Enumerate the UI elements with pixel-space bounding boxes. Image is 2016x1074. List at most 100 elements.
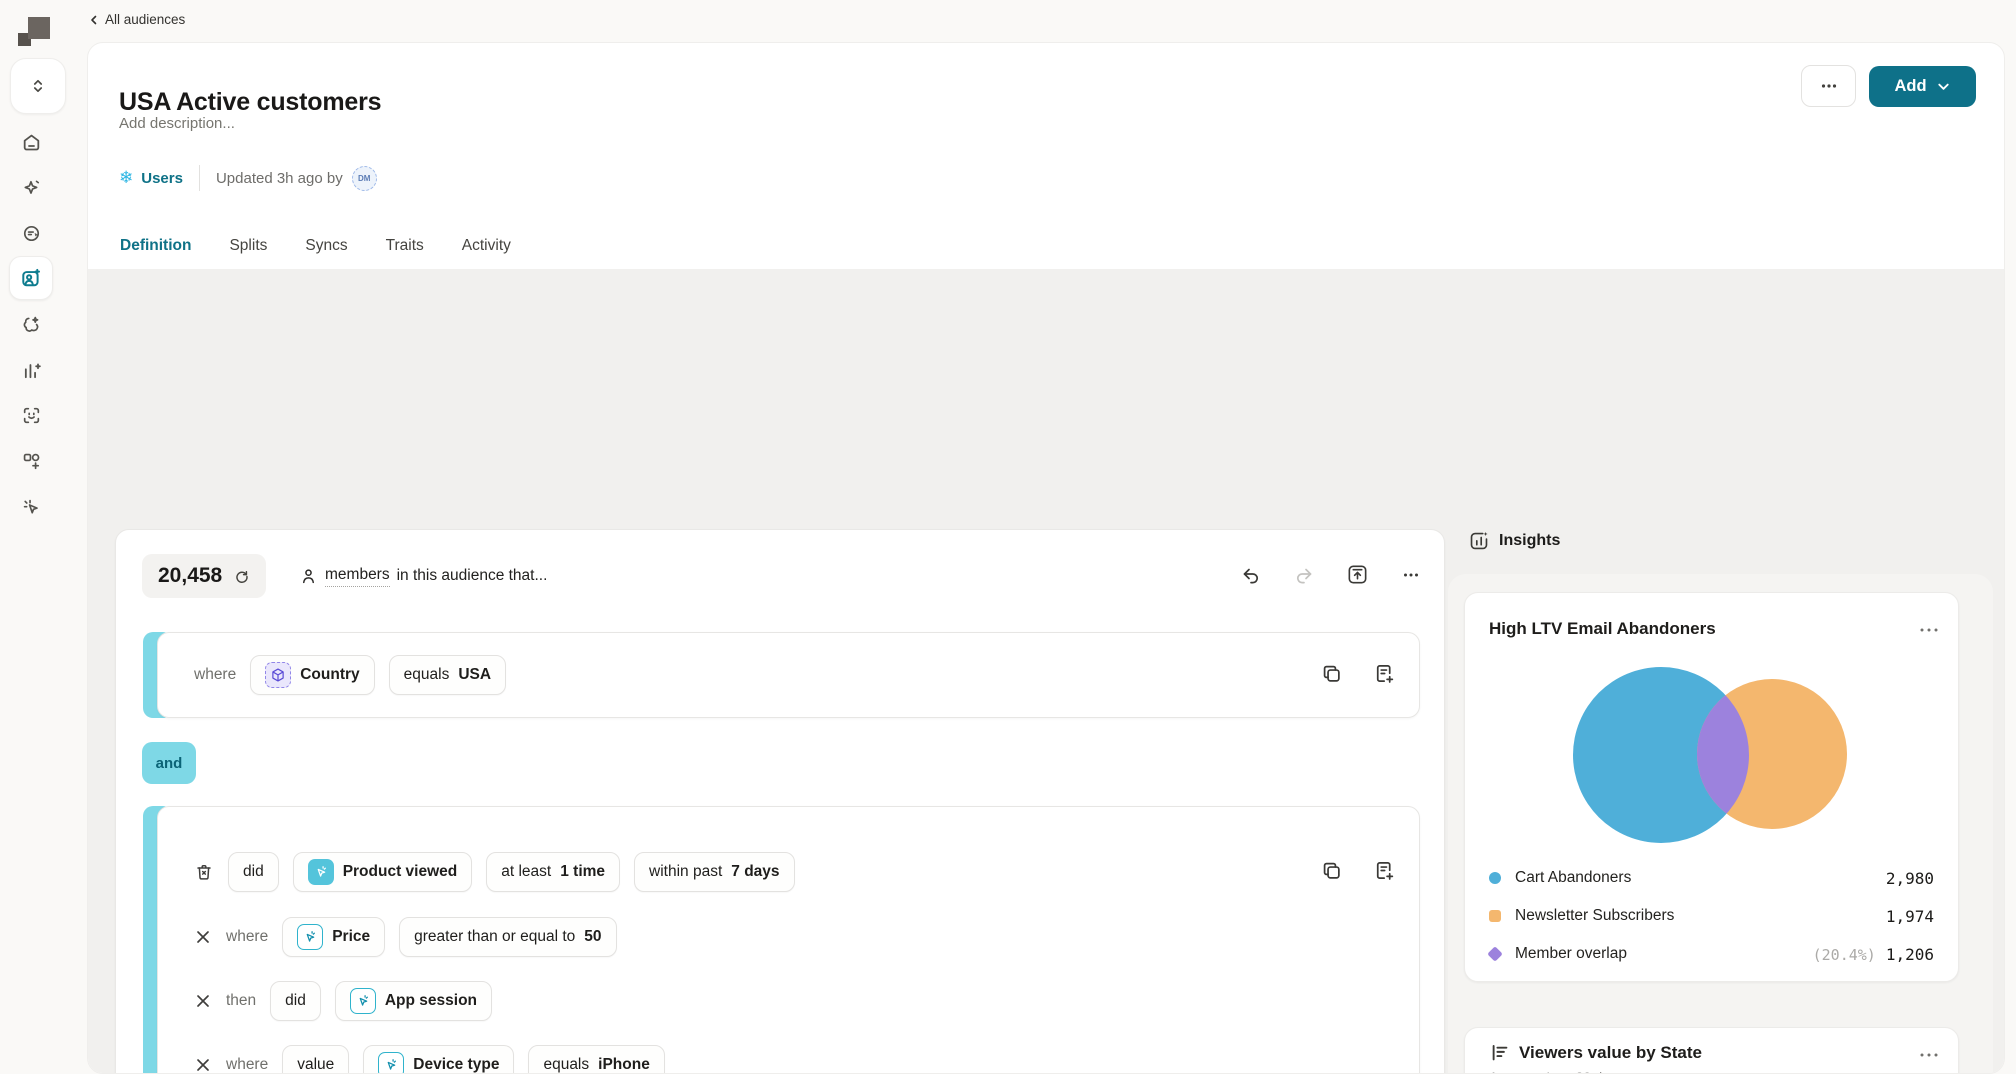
card-menu-button[interactable] [1918, 623, 1940, 637]
sidebar-item-ai-assistant[interactable] [9, 166, 53, 210]
tab-splits[interactable]: Splits [228, 227, 268, 272]
property-name: Price [332, 928, 370, 946]
add-to-group-button[interactable] [1372, 859, 1395, 882]
sidebar-item-audiences[interactable] [9, 256, 53, 300]
attribute-chip-country[interactable]: Country [250, 655, 374, 695]
legend-marker-circle [1489, 872, 1501, 884]
page-more-button[interactable] [1801, 65, 1856, 107]
file-plus-icon [1372, 859, 1395, 882]
builder-more-button[interactable] [1400, 564, 1422, 586]
sidebar-item-integrations[interactable] [9, 439, 53, 483]
source-profile-icon [21, 223, 42, 244]
x-icon [194, 1056, 212, 1074]
value-chip[interactable]: value [282, 1045, 349, 1074]
event-chip-product-viewed[interactable]: Product viewed [293, 852, 473, 892]
ellipsis-icon [1918, 623, 1940, 637]
funnel-chart-icon [1489, 1042, 1510, 1063]
add-button[interactable]: Add [1869, 66, 1976, 107]
time-window-chip[interactable]: within past7 days [634, 852, 795, 892]
duplicate-condition-button[interactable] [1320, 662, 1343, 685]
frequency-value: 1 time [560, 863, 605, 881]
audiences-icon [20, 267, 42, 289]
snowflake-icon: ❄ [119, 168, 133, 188]
ellipsis-icon [1918, 1048, 1940, 1062]
condition-block-body: did Product viewed at least1 time within… [157, 806, 1420, 1074]
operator-chip-gte-50[interactable]: greater than or equal to50 [399, 917, 616, 957]
sidebar-item-face-scan[interactable] [9, 393, 53, 437]
and-connector[interactable]: and [142, 742, 196, 784]
tab-traits[interactable]: Traits [385, 227, 425, 272]
sidebar-item-analytics[interactable] [9, 348, 53, 392]
sidebar-item-sources[interactable] [9, 211, 53, 255]
card-title: Viewers value by State [1519, 1043, 1702, 1063]
card-title-row: Viewers value by State [1489, 1042, 1702, 1063]
undo-button[interactable] [1240, 564, 1262, 586]
legend-row-cart-abandoners: Cart Abandoners 2,980 [1489, 866, 1934, 890]
remove-filter-button[interactable] [194, 1056, 212, 1074]
avatar[interactable]: DM [352, 166, 377, 191]
card-menu-button[interactable] [1918, 1048, 1940, 1062]
home-icon [21, 132, 42, 153]
event-cursor-icon [308, 859, 334, 885]
cursor-sparkle-icon [21, 497, 42, 518]
property-chip-price[interactable]: Price [282, 917, 385, 957]
block-actions [1320, 662, 1395, 685]
remove-filter-button[interactable] [194, 992, 212, 1010]
redo-button[interactable] [1293, 564, 1315, 586]
frequency-chip[interactable]: at least1 time [486, 852, 620, 892]
operator-prefix: equals [404, 666, 450, 684]
legend-marker-square [1489, 910, 1501, 922]
remove-filter-button[interactable] [194, 928, 212, 946]
operator-prefix: equals [543, 1056, 589, 1074]
x-icon [194, 928, 212, 946]
property-chip-device-type[interactable]: Device type [363, 1045, 514, 1074]
tab-syncs[interactable]: Syncs [304, 227, 348, 272]
app-window: All audiences USA Active customers Add d… [0, 0, 2016, 1074]
card-title: High LTV Email Abandoners [1489, 619, 1716, 639]
where-label: where [194, 666, 236, 684]
operator-value: USA [458, 666, 491, 684]
trait-cube-icon [265, 662, 291, 688]
insights-icon [1468, 530, 1490, 552]
did-chip[interactable]: did [270, 981, 321, 1021]
workspace-switcher[interactable] [10, 58, 66, 114]
breadcrumb-label: All audiences [105, 12, 185, 27]
sidebar-item-home[interactable] [9, 120, 53, 164]
members-selector[interactable]: members [325, 566, 390, 587]
event-cursor-icon [350, 988, 376, 1014]
device-filter-row: where value Device type equalsiPhone [194, 1045, 665, 1074]
tab-definition[interactable]: Definition [119, 227, 192, 272]
delete-event-button[interactable] [194, 862, 214, 882]
archive-up-icon [1346, 563, 1369, 586]
meta-row: ❄ Users Updated 3h ago by DM [119, 164, 377, 192]
operator-chip-equals-iphone[interactable]: equalsiPhone [528, 1045, 664, 1074]
operator-prefix: greater than or equal to [414, 928, 575, 946]
insight-card-bars: Viewers value by State Average, Last 30 … [1464, 1027, 1959, 1074]
breadcrumb[interactable]: All audiences [88, 12, 185, 27]
segment-logo-icon[interactable] [15, 14, 53, 52]
journeys-icon [21, 314, 42, 335]
duplicate-condition-button[interactable] [1320, 859, 1343, 882]
tab-content-area: 20,458 members in this audience that... [88, 269, 2004, 1073]
operator-chip-equals-usa[interactable]: equals USA [389, 655, 506, 695]
copy-icon [1320, 859, 1343, 882]
legend-row-newsletter-subscribers: Newsletter Subscribers 1,974 [1489, 904, 1934, 928]
price-filter-row: where Price greater than or equal to50 [194, 917, 617, 957]
sidebar-item-activation[interactable] [9, 485, 53, 529]
event-chip-app-session[interactable]: App session [335, 981, 492, 1021]
source-link[interactable]: Users [141, 170, 183, 187]
add-to-group-button[interactable] [1372, 662, 1395, 685]
chevron-down-icon [1936, 79, 1951, 94]
sparkle-icon [21, 178, 42, 199]
save-version-button[interactable] [1346, 563, 1369, 586]
did-chip[interactable]: did [228, 852, 279, 892]
event-property-icon [378, 1052, 404, 1074]
sidebar-item-journeys[interactable] [9, 302, 53, 346]
insights-title: Insights [1499, 532, 1560, 550]
description-placeholder[interactable]: Add description... [119, 115, 235, 132]
legend-percentage: (20.4%) [1813, 946, 1876, 964]
member-count-pill: 20,458 [142, 554, 266, 598]
refresh-icon[interactable] [233, 568, 250, 585]
tab-bar: Definition Splits Syncs Traits Activity [119, 227, 512, 272]
tab-activity[interactable]: Activity [461, 227, 512, 272]
